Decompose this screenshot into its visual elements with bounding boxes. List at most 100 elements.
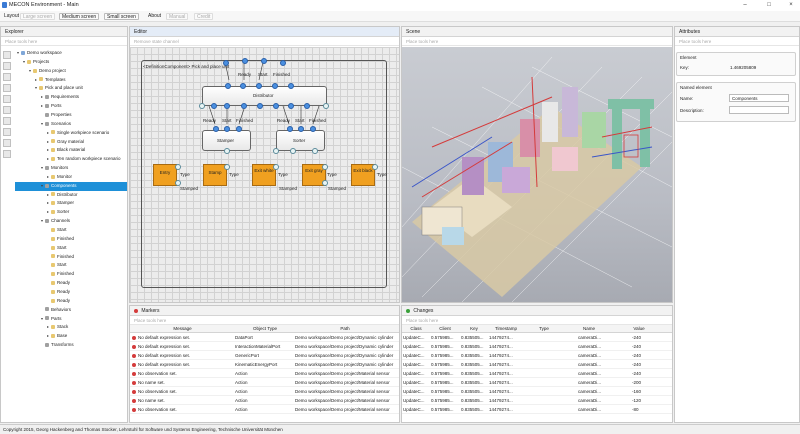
tree-item[interactable]: ▾ Parts (15, 315, 127, 324)
distributor-port[interactable] (288, 83, 294, 89)
tool-button[interactable] (3, 128, 11, 136)
col-timestamp[interactable]: Timestamp (488, 325, 524, 333)
tree-item[interactable]: Finished (15, 235, 127, 244)
tool-button[interactable] (3, 150, 11, 158)
editor-filter[interactable]: Remove state channel (130, 37, 399, 46)
tree-item[interactable]: Ready (15, 297, 127, 306)
sorter-port[interactable] (290, 148, 296, 154)
marker-row[interactable]: No default expression set. InteractionMat… (130, 342, 399, 351)
marker-row[interactable]: No observation set. Action Demo workspace/… (130, 369, 399, 378)
change-row[interactable]: UpdateC... 0.575985... 0.835505... 14479274… (402, 342, 672, 351)
change-row[interactable]: UpdateC... 0.575985... 0.835505... 14479274… (402, 351, 672, 360)
tree-item[interactable]: Start (15, 226, 127, 235)
credit-button[interactable]: Credit (194, 13, 214, 20)
scene-filter[interactable]: Place tools here (402, 37, 672, 46)
marker-row[interactable]: No observation set. Action Demo workspace/… (130, 405, 399, 414)
col-object-type[interactable]: Object Type (235, 325, 295, 333)
top-port[interactable] (280, 60, 286, 66)
tree-item[interactable]: ▸ Single workpiece scenario (15, 129, 127, 138)
sorter-port[interactable] (298, 126, 304, 132)
col-message[interactable]: Message (130, 325, 235, 333)
change-row[interactable]: UpdateC... 0.575985... 0.835505... 14479274… (402, 378, 672, 387)
attributes-filter[interactable]: Place tools here (675, 37, 799, 46)
distributor-port[interactable] (256, 83, 262, 89)
change-row[interactable]: UpdateC... 0.575985... 0.835505... 14479274… (402, 360, 672, 369)
change-row[interactable]: UpdateC... 0.575985... 0.835505... 14479274… (402, 369, 672, 378)
tree-item[interactable]: Behaviors (15, 306, 127, 315)
tool-button[interactable] (3, 62, 11, 70)
description-input[interactable] (729, 106, 789, 114)
tree-item[interactable]: ▸ Sorter (15, 208, 127, 217)
manual-button[interactable]: Manual (166, 13, 189, 20)
stamper-port[interactable] (236, 126, 242, 132)
distributor-port[interactable] (323, 103, 329, 109)
output-port[interactable] (224, 164, 230, 170)
marker-row[interactable]: No observation set. Action Demo workspace/… (130, 387, 399, 396)
distributor-port[interactable] (225, 83, 231, 89)
tree-item[interactable]: ▾ Components (15, 181, 127, 191)
change-row[interactable]: UpdateC... 0.575985... 0.835505... 14479274… (402, 396, 672, 405)
small-screen-button[interactable]: Small screen (104, 13, 139, 20)
tree-item[interactable]: Start (15, 244, 127, 253)
tree-item[interactable]: Transforms (15, 341, 127, 350)
distributor-port[interactable] (199, 103, 205, 109)
tree-item[interactable]: Finished (15, 253, 127, 262)
col-name[interactable]: Name (564, 325, 614, 333)
tree-item[interactable]: Properties (15, 111, 127, 120)
tree-item[interactable]: Finished (15, 270, 127, 279)
distributor-port[interactable] (272, 83, 278, 89)
scene-viewport[interactable] (402, 47, 672, 302)
tool-button[interactable] (3, 117, 11, 125)
sorter-port[interactable] (273, 148, 279, 154)
tree-item[interactable]: ▸ Black material (15, 146, 127, 155)
tree-item[interactable]: Ready (15, 288, 127, 297)
distributor-port[interactable] (273, 103, 279, 109)
distributor-port[interactable] (257, 103, 263, 109)
tree-item[interactable]: Ready (15, 279, 127, 288)
changes-filter[interactable]: Place tools here (402, 316, 672, 325)
output-port[interactable] (273, 164, 279, 170)
sorter-port[interactable] (287, 126, 293, 132)
top-port[interactable] (261, 58, 267, 64)
name-input[interactable]: Components (729, 94, 789, 102)
tree-item[interactable]: ▸ Base (15, 332, 127, 341)
medium-screen-button[interactable]: Medium screen (59, 13, 100, 20)
col-type[interactable]: Type (524, 325, 564, 333)
marker-row[interactable]: No name set. Action Demo workspace/Demo pr… (130, 378, 399, 387)
marker-row[interactable]: No default expression set. DataPort Demo w… (130, 333, 399, 342)
tree-item[interactable]: ▾ Monitors (15, 164, 127, 173)
distributor-port[interactable] (288, 103, 294, 109)
distributor-port[interactable] (241, 103, 247, 109)
col-class[interactable]: Class (402, 325, 430, 333)
entry-output[interactable]: Entry (153, 164, 177, 186)
change-row[interactable]: UpdateC... 0.575985... 0.835505... 14479274… (402, 387, 672, 396)
tree-item[interactable]: Start (15, 261, 127, 270)
tool-button[interactable] (3, 139, 11, 147)
tool-button[interactable] (3, 106, 11, 114)
distributor-port[interactable] (304, 103, 310, 109)
tool-button[interactable] (3, 95, 11, 103)
stamper-port[interactable] (213, 126, 219, 132)
menu-layout[interactable]: Layout (2, 13, 21, 20)
maximize-icon[interactable]: □ (760, 1, 778, 9)
tree-item[interactable]: ▾ Channels (15, 217, 127, 226)
sorter-port[interactable] (310, 126, 316, 132)
marker-row[interactable]: No default expression set. GenericPort Dem… (130, 351, 399, 360)
tree-item[interactable]: ▸ Gray material (15, 138, 127, 147)
change-row[interactable]: UpdateC... 0.575985... 0.835505... 14479274… (402, 333, 672, 342)
distributor-port[interactable] (240, 83, 246, 89)
tree-item[interactable]: ▾ Pick and place unit (15, 84, 127, 93)
col-client[interactable]: Client (430, 325, 460, 333)
distributor-port[interactable] (211, 103, 217, 109)
explorer-filter[interactable]: Place tools here (1, 37, 127, 46)
tree-item[interactable]: ▸ Monitor (15, 173, 127, 182)
tool-button[interactable] (3, 84, 11, 92)
top-port[interactable] (223, 60, 229, 66)
col-key[interactable]: Key (460, 325, 488, 333)
tree-item[interactable]: ▾ Demo workspace (15, 49, 127, 58)
output-port[interactable] (175, 164, 181, 170)
tree-item[interactable]: ▸ Requirements (15, 93, 127, 102)
distributor-port[interactable] (224, 103, 230, 109)
output-port[interactable] (372, 164, 378, 170)
tree-item[interactable]: ▸ Stamper (15, 199, 127, 208)
